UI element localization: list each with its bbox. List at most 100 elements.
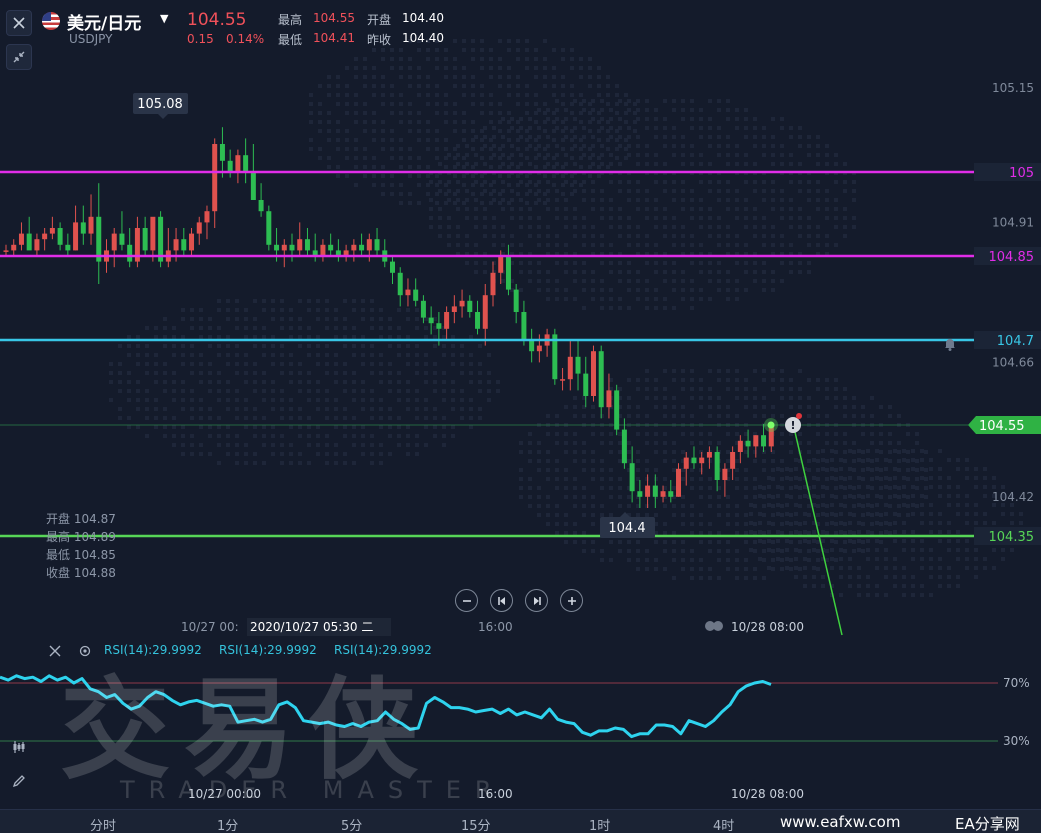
map-dot: [911, 593, 915, 597]
map-dot: [325, 371, 329, 375]
price-chart[interactable]: 105104.85104.7104.35 105.15104.91104.661…: [0, 0, 1041, 833]
symbol-name[interactable]: 美元/日元: [67, 9, 141, 34]
map-dot: [181, 362, 185, 366]
order-info-button[interactable]: !: [785, 417, 801, 433]
map-dot: [588, 174, 592, 178]
map-dot: [870, 513, 874, 517]
map-dot: [735, 378, 739, 382]
map-dot: [399, 93, 403, 97]
chevron-down-icon[interactable]: ▼: [160, 12, 168, 25]
candle-type-button[interactable]: [6, 734, 32, 760]
map-dot: [726, 198, 730, 202]
map-dot: [528, 432, 532, 436]
map-dot: [807, 243, 811, 247]
map-dot: [681, 144, 685, 148]
map-dot: [816, 180, 820, 184]
map-dot: [271, 299, 275, 303]
close-chart-button[interactable]: [6, 10, 32, 36]
map-dot: [965, 548, 969, 552]
map-dot: [789, 207, 793, 211]
timeframe-15m[interactable]: 15分: [461, 815, 491, 833]
map-dot: [433, 434, 437, 438]
map-dot: [307, 353, 311, 357]
map-dot: [645, 567, 649, 571]
map-dot: [325, 407, 329, 411]
timeframe-5m[interactable]: 5分: [341, 815, 362, 833]
map-dot: [803, 584, 807, 588]
map-dot: [929, 557, 933, 561]
alert-bell-button[interactable]: [940, 334, 960, 354]
map-dot: [354, 138, 358, 142]
map-dot: [717, 144, 721, 148]
map-dot: [271, 398, 275, 402]
map-dot: [947, 539, 951, 543]
map-dot: [447, 243, 451, 247]
map-dot: [474, 243, 478, 247]
map-dot: [564, 108, 568, 112]
map-dot: [753, 189, 757, 193]
map-dot: [582, 531, 586, 535]
draw-tool-button[interactable]: [6, 768, 32, 794]
map-dot: [947, 530, 951, 534]
map-dot: [744, 378, 748, 382]
timeframe-tick[interactable]: 分时: [90, 815, 116, 833]
rsi-settings-button[interactable]: [76, 642, 94, 660]
map-dot: [397, 308, 401, 312]
map-dot: [938, 512, 942, 516]
map-dot: [830, 539, 834, 543]
map-dot: [816, 513, 820, 517]
map-dot: [334, 308, 338, 312]
map-dot: [821, 575, 825, 579]
scroll-start-button[interactable]: [490, 589, 513, 612]
zoom-out-button[interactable]: [455, 589, 478, 612]
map-dot: [947, 566, 951, 570]
map-dot: [753, 531, 757, 535]
timeframe-4h[interactable]: 4时: [713, 815, 734, 833]
map-dot: [708, 396, 712, 400]
map-dot: [262, 326, 266, 330]
map-dot: [798, 495, 802, 499]
map-dot: [492, 126, 496, 130]
map-dot: [582, 540, 586, 544]
map-dot: [789, 540, 793, 544]
map-dot: [920, 449, 924, 453]
map-dot: [717, 531, 721, 535]
map-dot: [798, 162, 802, 166]
rsi-close-button[interactable]: [46, 642, 64, 660]
map-dot: [519, 477, 523, 481]
map-dot: [645, 207, 649, 211]
map-dot: [280, 443, 284, 447]
candle-body: [652, 485, 658, 497]
map-dot: [109, 380, 113, 384]
map-dot: [609, 540, 613, 544]
map-dot: [618, 495, 622, 499]
map-dot: [1010, 521, 1014, 525]
map-dot: [528, 189, 532, 193]
link-icon[interactable]: [705, 621, 723, 631]
map-dot: [627, 225, 631, 229]
map-dot: [830, 467, 834, 471]
map-dot: [735, 468, 739, 472]
map-dot: [507, 138, 511, 142]
map-dot: [744, 495, 748, 499]
map-dot: [546, 162, 550, 166]
map-dot: [588, 75, 592, 79]
map-dot: [681, 522, 685, 526]
timeframe-1m[interactable]: 1分: [217, 815, 238, 833]
map-dot: [902, 548, 906, 552]
map-dot: [825, 189, 829, 193]
map-dot: [825, 153, 829, 157]
map-dot: [807, 180, 811, 184]
map-dot: [672, 513, 676, 517]
collapse-button[interactable]: [6, 44, 32, 70]
zoom-in-button[interactable]: [560, 589, 583, 612]
map-dot: [888, 486, 892, 490]
map-dot: [555, 441, 559, 445]
map-dot: [573, 540, 577, 544]
price-level-label: 105: [1009, 166, 1034, 181]
scroll-end-button[interactable]: [525, 589, 548, 612]
map-dot: [627, 306, 631, 310]
map-dot: [645, 441, 649, 445]
timeframe-1h[interactable]: 1时: [589, 815, 610, 833]
price-change-percent: 0.14%: [226, 32, 265, 46]
